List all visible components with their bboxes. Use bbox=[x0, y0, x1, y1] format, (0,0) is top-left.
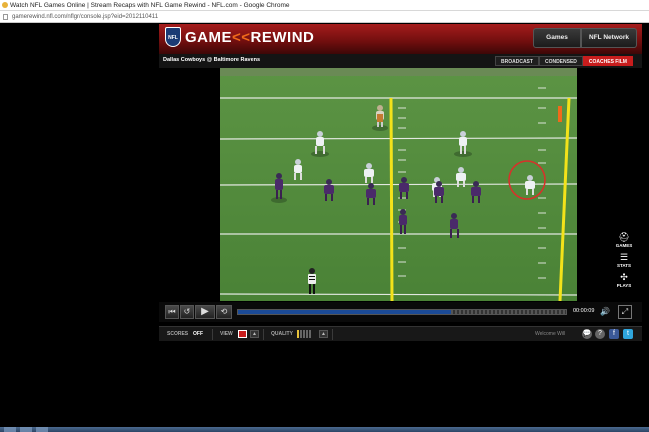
tab-coaches-film[interactable]: COACHES FILM bbox=[582, 56, 633, 66]
side-plays-button[interactable]: ✣ PLAYS bbox=[612, 272, 636, 292]
facebook-icon[interactable]: f bbox=[609, 329, 619, 339]
quality-bar bbox=[306, 330, 308, 338]
view-caret-icon[interactable]: ▲ bbox=[250, 330, 259, 338]
quality-bar bbox=[300, 330, 302, 338]
nav-games-button[interactable]: Games bbox=[533, 28, 581, 48]
game-title: Dallas Cowboys @ Baltimore Ravens bbox=[163, 57, 261, 63]
football-field-video bbox=[220, 68, 577, 301]
volume-icon[interactable]: 🔊 bbox=[600, 307, 610, 316]
progress-buffered bbox=[451, 310, 566, 314]
window-title: Watch NFL Games Online | Stream Recaps w… bbox=[10, 2, 290, 9]
scores-toggle[interactable]: OFF bbox=[193, 331, 203, 337]
game-subbar: Dallas Cowboys @ Baltimore Ravens BROADC… bbox=[159, 54, 642, 68]
player-controls: ⏮ ↺ ▶ ⟲ 00:00:09 🔊 ⤢ bbox=[159, 302, 642, 322]
progress-bar[interactable] bbox=[237, 309, 567, 315]
chat-icon[interactable]: 💬 bbox=[582, 329, 592, 339]
side-games-button[interactable]: ⛑ GAMES bbox=[612, 232, 636, 252]
umpire bbox=[377, 114, 383, 122]
logo-word-game: GAME bbox=[185, 29, 232, 46]
quality-label: QUALITY bbox=[271, 331, 293, 337]
side-plays-label: PLAYS bbox=[616, 283, 632, 288]
quality-bar bbox=[297, 330, 299, 338]
logo-arrows-icon: << bbox=[232, 29, 251, 46]
plays-icon: ✣ bbox=[620, 272, 628, 282]
time-display: 00:00:09 bbox=[573, 308, 595, 314]
url-text[interactable]: gamerewind.nfl.com/nflgr/console.jsp?eid… bbox=[12, 14, 158, 20]
divider bbox=[332, 329, 333, 340]
progress-played bbox=[238, 310, 452, 314]
quality-bar bbox=[303, 330, 305, 338]
scores-label: SCORES bbox=[167, 331, 189, 337]
stats-list-icon: ☰ bbox=[619, 252, 629, 262]
fullscreen-icon[interactable]: ⤢ bbox=[618, 305, 632, 319]
taskbar-item[interactable] bbox=[20, 427, 32, 432]
taskbar-item[interactable] bbox=[36, 427, 48, 432]
video-frame[interactable] bbox=[220, 68, 577, 301]
site-header: NFL GAME<<REWIND Games NFL Network bbox=[159, 24, 642, 54]
play-icon[interactable]: ▶ bbox=[195, 305, 215, 319]
replay-icon[interactable]: ⟲ bbox=[216, 305, 232, 319]
divider bbox=[212, 329, 213, 340]
view-label: VIEW bbox=[220, 331, 233, 337]
view-color-swatch[interactable] bbox=[238, 330, 247, 338]
logo-word-rewind: REWIND bbox=[250, 29, 315, 46]
nfl-shield-logo[interactable]: NFL bbox=[165, 27, 181, 47]
side-stats-label: STATS bbox=[616, 263, 632, 268]
twitter-icon[interactable]: t bbox=[623, 329, 633, 339]
address-bar[interactable]: gamerewind.nfl.com/nflgr/console.jsp?eid… bbox=[0, 11, 649, 23]
os-taskbar bbox=[0, 427, 649, 432]
nav-nfl-network-button[interactable]: NFL Network bbox=[581, 28, 637, 48]
helmet-icon: ⛑ bbox=[618, 232, 630, 242]
quality-bar bbox=[309, 330, 311, 338]
side-controls: ⛑ GAMES ☰ STATS ✣ PLAYS bbox=[612, 232, 636, 292]
field-sideline bbox=[220, 68, 577, 76]
side-games-label: GAMES bbox=[615, 243, 633, 248]
tab-broadcast[interactable]: BROADCAST bbox=[495, 56, 539, 66]
help-icon[interactable]: ? bbox=[595, 329, 605, 339]
game-rewind-logo[interactable]: GAME<<REWIND bbox=[185, 29, 314, 46]
chrome-favicon-icon bbox=[2, 2, 8, 8]
bottom-bar: SCORES OFF VIEW ▲ QUALITY ▲ Welcome Will… bbox=[159, 326, 642, 341]
taskbar-item[interactable] bbox=[4, 427, 16, 432]
line-of-scrimmage bbox=[389, 97, 394, 301]
first-down-marker bbox=[558, 106, 562, 122]
skip-back-icon[interactable]: ⏮ bbox=[165, 305, 179, 319]
divider bbox=[263, 329, 264, 340]
tab-condensed[interactable]: CONDENSED bbox=[538, 56, 583, 66]
page-icon bbox=[3, 14, 8, 20]
rewind-icon[interactable]: ↺ bbox=[180, 305, 194, 319]
view-mode-tabs: BROADCAST CONDENSED COACHES FILM bbox=[495, 56, 633, 66]
welcome-text: Welcome Will bbox=[535, 331, 566, 337]
side-stats-button[interactable]: ☰ STATS bbox=[612, 252, 636, 272]
quality-meter[interactable] bbox=[297, 330, 315, 338]
quality-caret-icon[interactable]: ▲ bbox=[319, 330, 328, 338]
window-title-bar: Watch NFL Games Online | Stream Recaps w… bbox=[0, 0, 649, 11]
